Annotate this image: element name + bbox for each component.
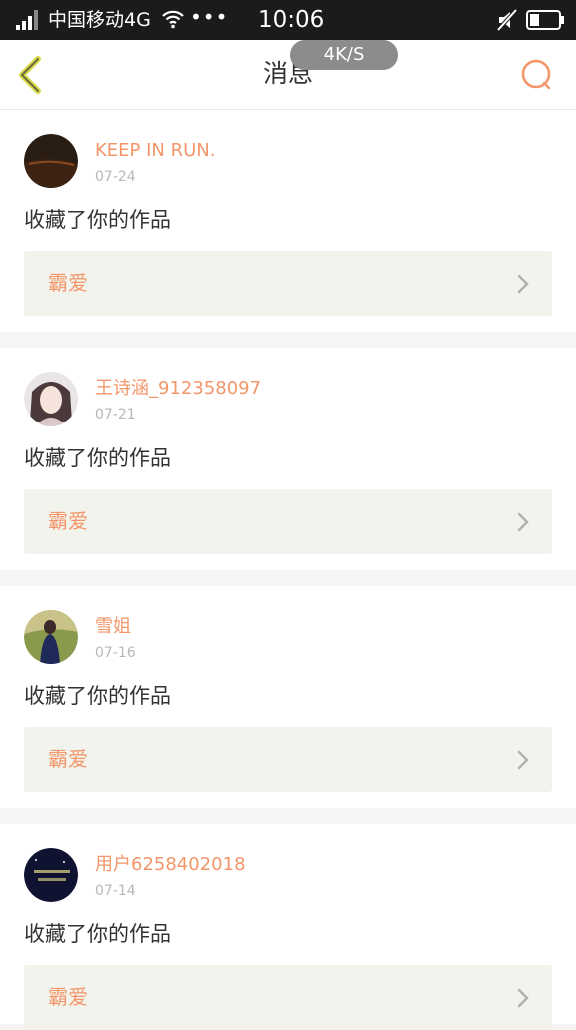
- username-link[interactable]: 王诗涵_912358097: [95, 378, 261, 400]
- mute-icon: [496, 8, 518, 32]
- more-notifications-icon: •••: [190, 5, 229, 29]
- carrier-label: 中国移动4G: [48, 9, 151, 31]
- work-title: 霸爱: [48, 271, 88, 295]
- message-date: 07-24: [95, 169, 136, 185]
- message-card: 雪姐 07-16 收藏了你的作品 霸爱: [0, 586, 576, 808]
- message-date: 07-16: [95, 645, 136, 661]
- avatar[interactable]: [24, 134, 78, 188]
- avatar[interactable]: [24, 848, 78, 902]
- chevron-right-icon: [517, 750, 529, 770]
- message-card: 王诗涵_912358097 07-21 收藏了你的作品 霸爱: [0, 348, 576, 570]
- work-link[interactable]: 霸爱: [24, 727, 552, 792]
- avatar[interactable]: [24, 610, 78, 664]
- work-link[interactable]: 霸爱: [24, 251, 552, 316]
- action-text: 收藏了你的作品: [24, 684, 171, 708]
- avatar[interactable]: [24, 372, 78, 426]
- chevron-right-icon: [517, 274, 529, 294]
- network-speed-badge: 4K/S: [290, 40, 398, 70]
- action-text: 收藏了你的作品: [24, 446, 171, 470]
- status-bar: 中国移动4G ••• 10:06: [0, 0, 576, 40]
- username-link[interactable]: KEEP IN RUN.: [95, 140, 216, 162]
- nav-bar: 消息: [0, 40, 576, 110]
- work-title: 霸爱: [48, 747, 88, 771]
- message-date: 07-14: [95, 883, 136, 899]
- chevron-right-icon: [517, 988, 529, 1008]
- battery-icon: [526, 10, 564, 30]
- username-link[interactable]: 雪姐: [95, 616, 131, 638]
- signal-strength-icon: [16, 10, 38, 30]
- chevron-right-icon: [517, 512, 529, 532]
- clock: 10:06: [258, 7, 325, 33]
- wifi-icon: [162, 10, 184, 29]
- work-title: 霸爱: [48, 509, 88, 533]
- work-link[interactable]: 霸爱: [24, 965, 552, 1030]
- action-text: 收藏了你的作品: [24, 208, 171, 232]
- message-card: 用户6258402018 07-14 收藏了你的作品 霸爱: [0, 824, 576, 1030]
- work-link[interactable]: 霸爱: [24, 489, 552, 554]
- page-title: 消息: [262, 59, 313, 88]
- work-title: 霸爱: [48, 985, 88, 1009]
- message-card: KEEP IN RUN. 07-24 收藏了你的作品 霸爱: [0, 110, 576, 332]
- search-icon[interactable]: [516, 56, 556, 94]
- action-text: 收藏了你的作品: [24, 922, 171, 946]
- message-date: 07-21: [95, 407, 136, 423]
- username-link[interactable]: 用户6258402018: [95, 854, 246, 876]
